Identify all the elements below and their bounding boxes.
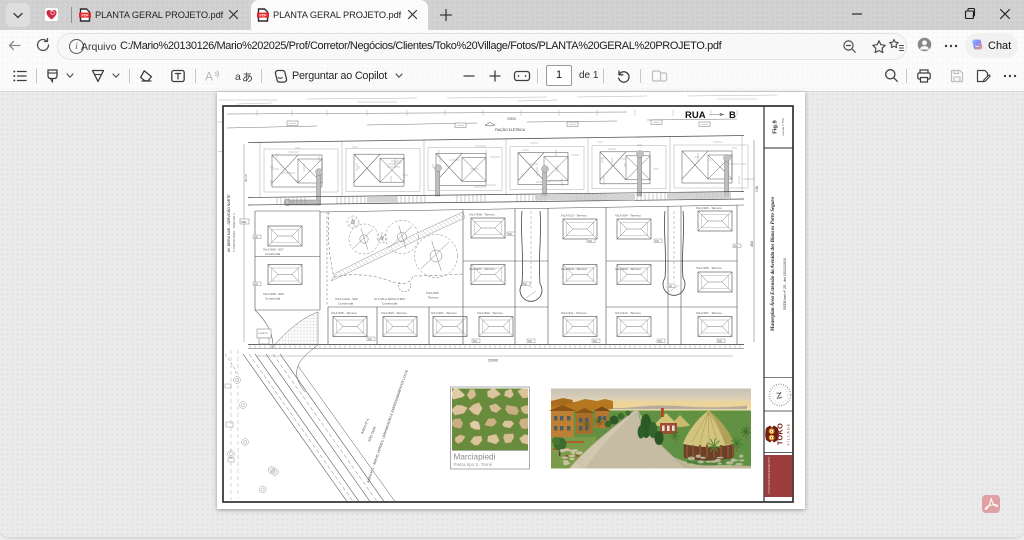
svg-text:600: 600: [254, 236, 259, 239]
svg-text:600: 600: [241, 220, 246, 224]
svg-text:Terreno: Terreno: [428, 296, 439, 300]
svg-text:TOKO: TOKO: [775, 423, 784, 445]
svg-text:NÃO TABA: NÃO TABA: [366, 425, 377, 443]
svg-text:あ: あ: [242, 71, 253, 84]
svg-text:VILA 903 - Terreno: VILA 903 - Terreno: [381, 311, 407, 315]
svg-text:VILA 905 - Terreno: VILA 905 - Terreno: [331, 311, 357, 315]
svg-text:Fig.9: Fig.9: [773, 119, 779, 133]
svg-text:VILA 911 - Terreno: VILA 911 - Terreno: [561, 311, 587, 315]
svg-text:VI A VILA NOVA 9 903: VI A VILA NOVA 9 903: [374, 297, 405, 301]
svg-text:Construída: Construída: [265, 252, 280, 256]
svg-text:600: 600: [655, 240, 660, 243]
svg-text:FIAÇÃO ELÉTRICA: FIAÇÃO ELÉTRICA: [495, 127, 526, 132]
svg-text:Construída: Construída: [338, 302, 353, 306]
svg-text:VILA 901 - Terreno: VILA 901 - Terreno: [431, 311, 457, 315]
svg-text:VILA 908 - Terreno: VILA 908 - Terreno: [469, 213, 495, 217]
svg-text:GUARITA: GUARITA: [258, 332, 268, 335]
svg-text:600: 600: [593, 340, 598, 343]
svg-text:VILA 906: VILA 906: [426, 291, 439, 295]
svg-text:PDF: PDF: [260, 14, 268, 18]
svg-text:AV. BEIRA MAR - SERVIDÃO NORTE: AV. BEIRA MAR - SERVIDÃO NORTE: [226, 194, 231, 252]
svg-text:A: A: [205, 70, 213, 84]
svg-text:VILA 908 - 909: VILA 908 - 909: [263, 292, 284, 296]
svg-text:60.10: 60.10: [244, 174, 248, 182]
svg-text:Construída: Construída: [265, 297, 280, 301]
svg-text:Masterplan Área Extensão da Av: Masterplan Área Extensão da Avenida dos …: [770, 197, 776, 332]
svg-text:600: 600: [368, 338, 373, 341]
svg-text:600: 600: [588, 240, 593, 243]
svg-text:VILA 907 - Terreno: VILA 907 - Terreno: [696, 311, 722, 315]
svg-text:ÁREA Nº 1 - ÁREAS VERDES, URBA: ÁREA Nº 1 - ÁREAS VERDES, URBANIZAÇÃO E …: [365, 368, 409, 483]
svg-text:escala 1:750: escala 1:750: [781, 118, 785, 135]
svg-text:PDF: PDF: [82, 14, 90, 18]
svg-text:VILA 906 - 907: VILA 906 - 907: [263, 248, 284, 252]
svg-text:600: 600: [658, 340, 663, 343]
svg-text:600: 600: [523, 283, 528, 286]
svg-text:600: 600: [508, 233, 513, 236]
svg-text:V. PROJETADA - TRECHO 2: V. PROJETADA - TRECHO 2: [232, 213, 236, 252]
svg-text:VILA 907 - Terreno: VILA 907 - Terreno: [469, 267, 495, 271]
svg-text:VILA 905 - Terreno: VILA 905 - Terreno: [696, 266, 722, 270]
svg-text:9.80: 9.80: [755, 186, 759, 192]
svg-text:SEDE/set nº 25 - del 15/12/201: SEDE/set nº 25 - del 15/12/2010: [783, 258, 787, 310]
svg-text:RUA: RUA: [685, 110, 706, 121]
svg-text:Marciapiedi: Marciapiedi: [454, 453, 496, 462]
svg-text:600: 600: [473, 340, 478, 343]
svg-text:B: B: [729, 110, 736, 121]
svg-text:TOKO EMPREENDIMENTOS: TOKO EMPREENDIMENTOS: [767, 457, 771, 494]
svg-text:600: 600: [528, 340, 533, 343]
svg-text:600: 600: [734, 245, 739, 248]
svg-text:a: a: [235, 71, 241, 83]
svg-text:Construída: Construída: [382, 302, 397, 306]
svg-text:VILA 912 - Terreno: VILA 912 - Terreno: [615, 311, 641, 315]
svg-text:600: 600: [718, 340, 723, 343]
svg-text:20000: 20000: [488, 359, 498, 363]
svg-text:600: 600: [254, 283, 259, 286]
svg-text:48.6: 48.6: [750, 241, 754, 247]
svg-text:VILA 902 - Terreno: VILA 902 - Terreno: [615, 267, 641, 271]
svg-text:VILA GAIA - 903: VILA GAIA - 903: [335, 297, 358, 301]
svg-text:600: 600: [668, 285, 673, 288]
svg-text:VILLAGE: VILLAGE: [787, 423, 791, 446]
svg-text:Pietra tipo S. Tomé: Pietra tipo S. Tomé: [454, 462, 493, 467]
svg-text:VILA 913 - Terreno: VILA 913 - Terreno: [561, 214, 587, 218]
svg-text:VILA 902 - Terreno: VILA 902 - Terreno: [477, 311, 503, 315]
svg-text:23905: 23905: [507, 117, 516, 121]
svg-text:ÁREA Nº 4: ÁREA Nº 4: [360, 418, 370, 435]
svg-text:VILA 910 - Terreno: VILA 910 - Terreno: [561, 267, 587, 271]
svg-text:VILA 904 - Terreno: VILA 904 - Terreno: [615, 214, 641, 218]
svg-text:VILA 903 - Terreno: VILA 903 - Terreno: [696, 206, 722, 210]
